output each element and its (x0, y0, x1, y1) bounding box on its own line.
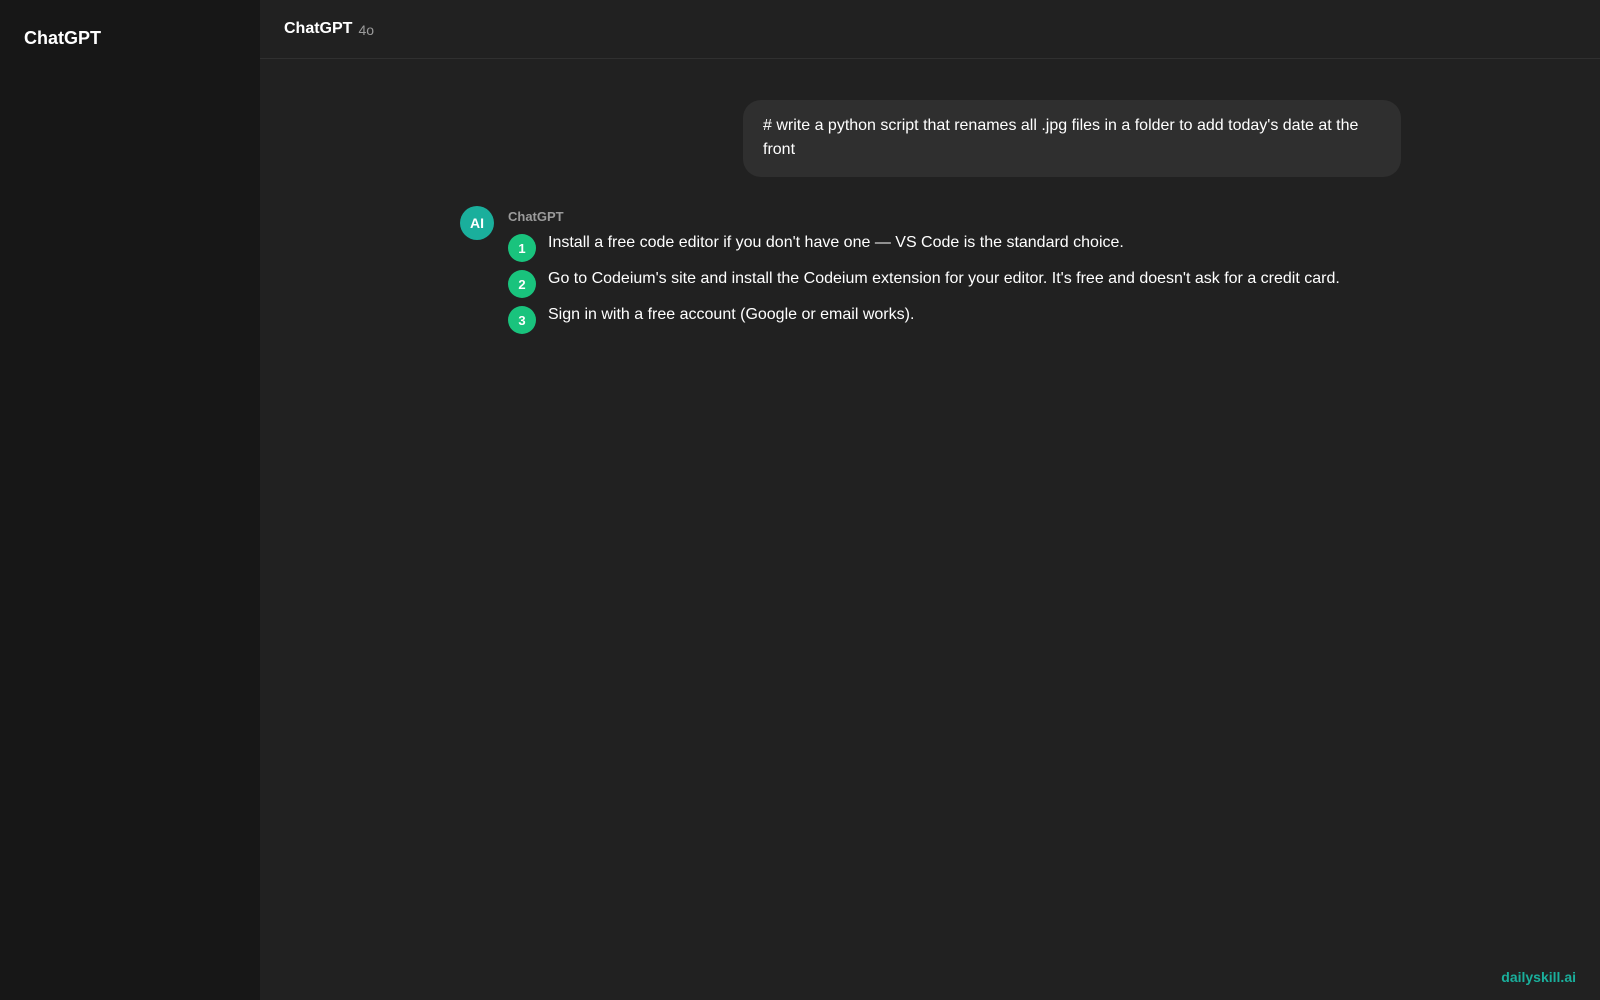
app-window: ChatGPT ChatGPT 4o # write a python scri… (0, 0, 1600, 1000)
model-version[interactable]: 4o (358, 22, 374, 38)
steps-list: 1 Install a free code editor if you don'… (508, 232, 1408, 340)
step-number-badge: 1 (508, 234, 536, 262)
watermark: dailyskill.ai (1501, 969, 1576, 985)
sidebar-brand[interactable]: ChatGPT (24, 28, 236, 49)
step-item: 2 Go to Codeium's site and install the C… (508, 268, 1408, 304)
top-bar: ChatGPT 4o (260, 0, 1600, 59)
sidebar: ChatGPT (0, 0, 260, 1000)
user-message-bubble: # write a python script that renames all… (743, 100, 1401, 177)
assistant-message-body: ChatGPT 1 Install a free code editor if … (508, 206, 1408, 340)
main-panel: ChatGPT 4o # write a python script that … (260, 0, 1600, 1000)
assistant-sender-name: ChatGPT (508, 209, 564, 224)
step-text: Go to Codeium's site and install the Cod… (548, 270, 1340, 287)
conversation: # write a python script that renames all… (260, 59, 1600, 1000)
step-number-badge: 3 (508, 306, 536, 334)
assistant-avatar: AI (460, 206, 494, 240)
model-name[interactable]: ChatGPT (284, 20, 352, 38)
step-item: 3 Sign in with a free account (Google or… (508, 304, 1408, 340)
step-text: Sign in with a free account (Google or e… (548, 306, 915, 323)
step-text: Install a free code editor if you don't … (548, 234, 1124, 251)
step-item: 1 Install a free code editor if you don'… (508, 232, 1408, 268)
step-number-badge: 2 (508, 270, 536, 298)
